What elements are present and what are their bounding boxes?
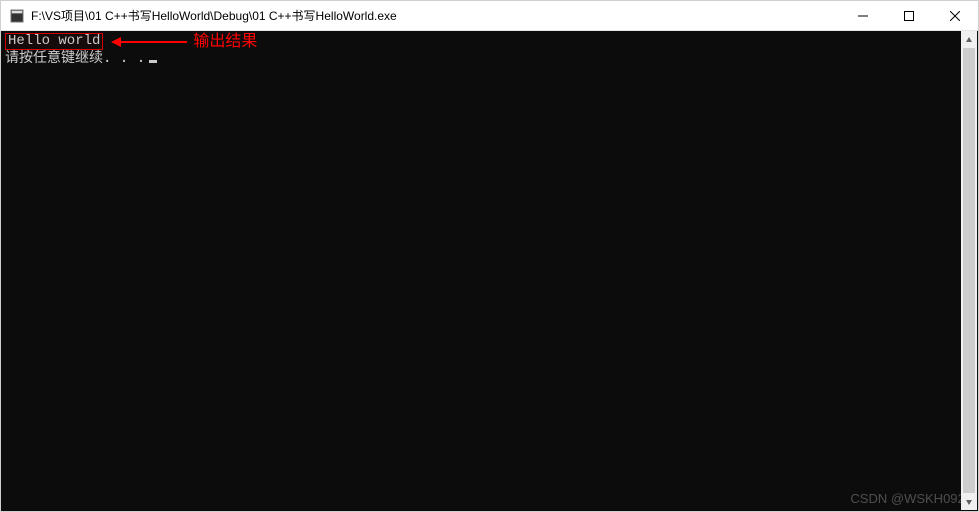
window-controls xyxy=(840,1,978,30)
scroll-down-button[interactable] xyxy=(961,493,977,510)
output-line-1: Hello world 输出结果 xyxy=(5,33,958,50)
maximize-button[interactable] xyxy=(886,1,932,30)
close-button[interactable] xyxy=(932,1,978,30)
minimize-button[interactable] xyxy=(840,1,886,30)
scrollbar-track[interactable] xyxy=(961,48,977,493)
continue-prompt-line: 请按任意键继续. . . xyxy=(5,50,958,67)
window-title: F:\VS项目\01 C++书写HelloWorld\Debug\01 C++书… xyxy=(31,7,840,24)
output-annotation-label: 输出结果 xyxy=(193,32,257,51)
continue-prompt-text: 请按任意键继续. . . xyxy=(5,50,145,66)
scroll-up-button[interactable] xyxy=(961,31,977,48)
text-cursor xyxy=(149,60,157,63)
console-window: F:\VS项目\01 C++书写HelloWorld\Debug\01 C++书… xyxy=(0,0,979,512)
arrow-left-icon xyxy=(111,41,187,43)
app-icon xyxy=(9,8,25,24)
program-output-highlight: Hello world xyxy=(5,33,103,50)
watermark: CSDN @WSKH0929 xyxy=(850,491,972,507)
titlebar: F:\VS项目\01 C++书写HelloWorld\Debug\01 C++书… xyxy=(1,1,978,31)
console-output-area: Hello world 输出结果 请按任意键继续. . . CSDN @WSKH… xyxy=(1,31,978,511)
vertical-scrollbar[interactable] xyxy=(961,31,977,510)
scrollbar-thumb[interactable] xyxy=(963,48,975,493)
